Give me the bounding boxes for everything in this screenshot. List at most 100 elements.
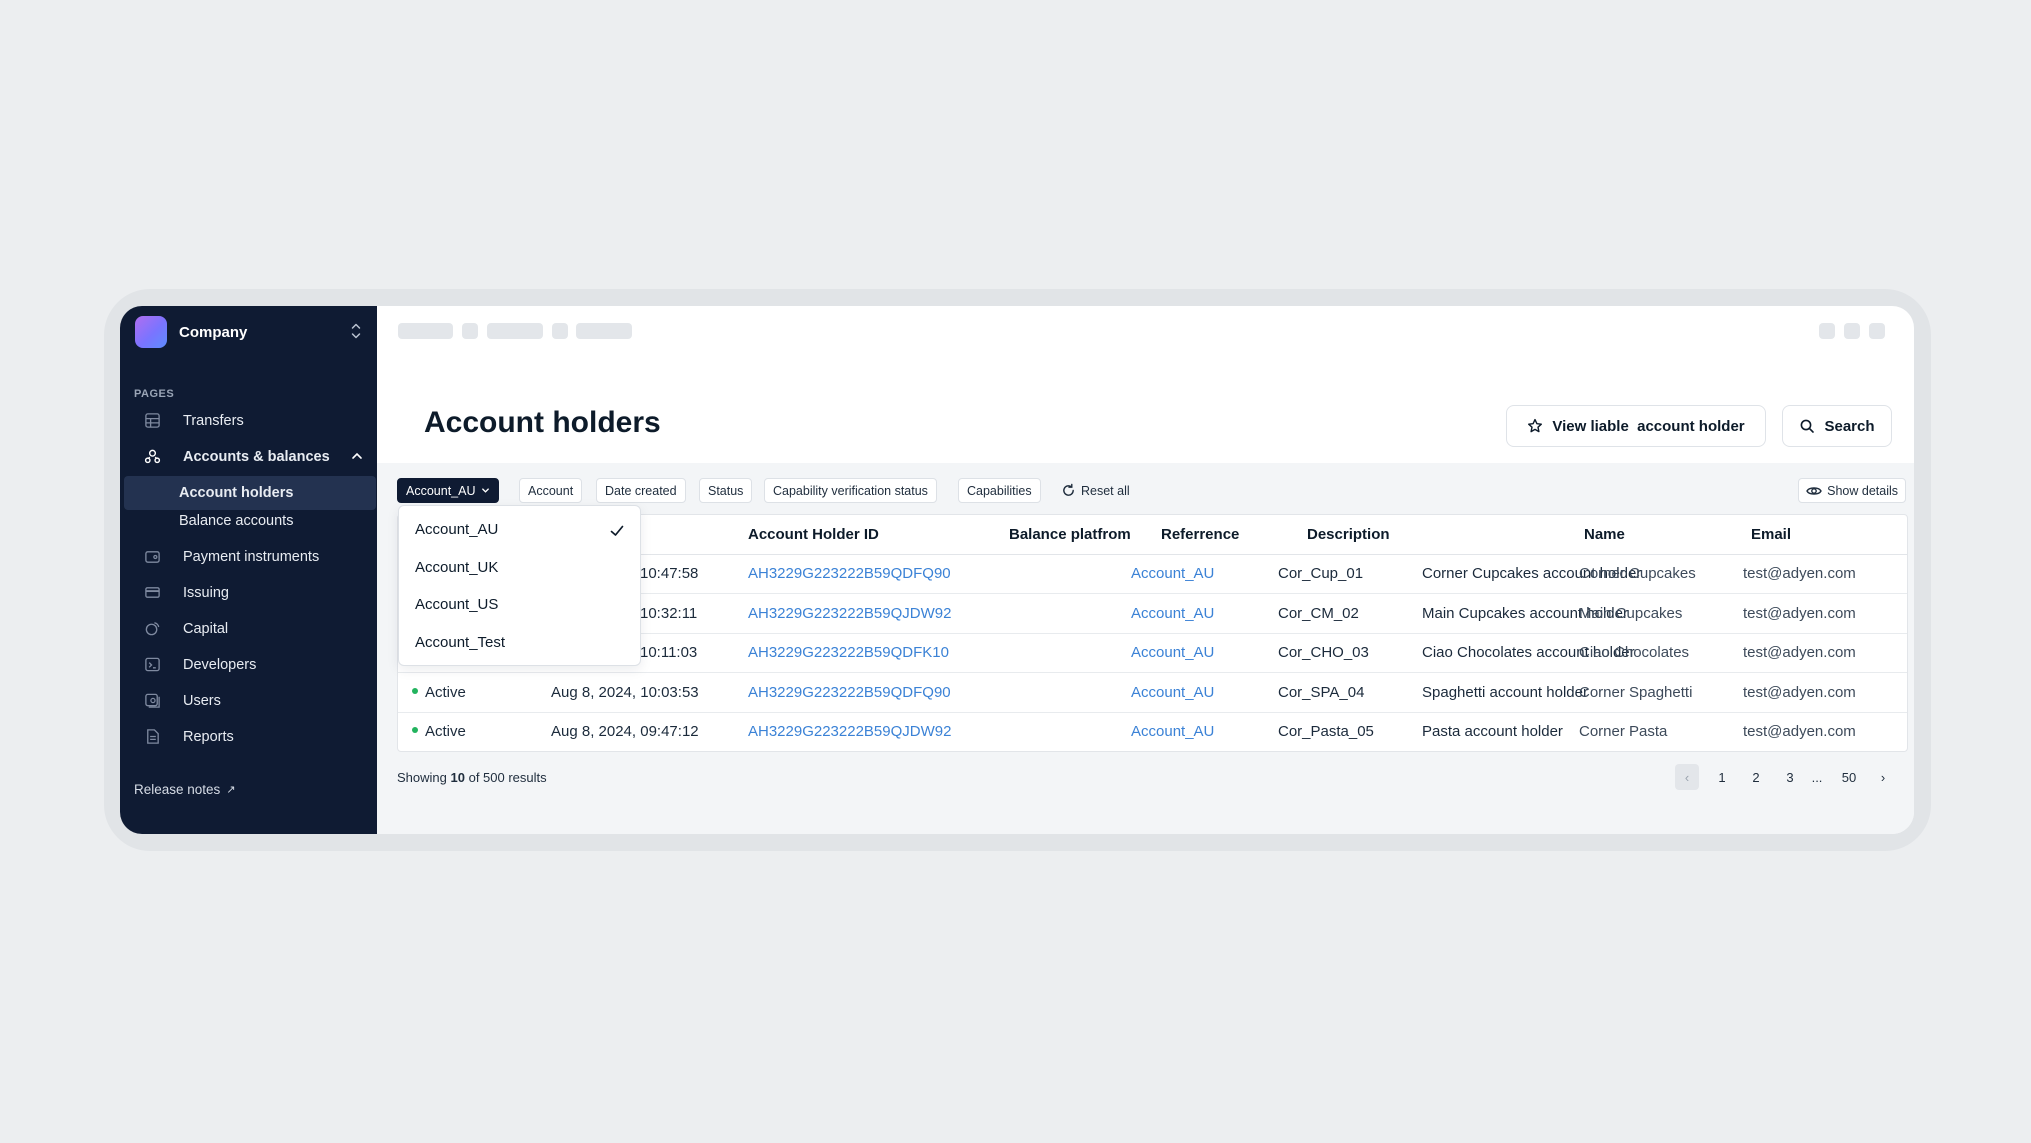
results-prefix: Showing bbox=[397, 770, 447, 785]
dropdown-option-account-au[interactable]: Account_AU bbox=[415, 521, 498, 538]
account-filter-value: Account_AU bbox=[406, 483, 476, 498]
sidebar-item-users[interactable]: Users bbox=[124, 684, 376, 717]
view-liable-label: View liable account holder bbox=[1552, 417, 1745, 435]
pagination-prev-button[interactable]: ‹ bbox=[1675, 764, 1699, 790]
account-filter-dropdown[interactable]: Account_AU bbox=[397, 478, 500, 503]
cell-name: Main Cupcakes bbox=[1579, 605, 1683, 622]
page-title: Account holders bbox=[424, 406, 661, 439]
filter-chip-status[interactable]: Status bbox=[699, 478, 753, 503]
cell-account-holder-id[interactable]: AH3229G223222B59QDFQ90 bbox=[748, 565, 951, 582]
check-icon bbox=[610, 525, 624, 536]
pagination-page-1[interactable]: 1 bbox=[1710, 764, 1734, 790]
toolbar-placeholder bbox=[1819, 323, 1835, 339]
pagination-next-button[interactable]: › bbox=[1873, 764, 1893, 790]
search-button[interactable]: Search bbox=[1782, 405, 1892, 447]
wallet-icon bbox=[141, 548, 163, 566]
dropdown-option-account-us[interactable]: Account_US bbox=[415, 596, 498, 613]
column-header-reference[interactable]: Referrence bbox=[1161, 526, 1239, 543]
sidebar-item-reports[interactable]: Reports bbox=[124, 720, 376, 753]
sidebar-item-payment-instruments[interactable]: Payment instruments bbox=[124, 540, 376, 573]
breadcrumb-placeholder bbox=[576, 323, 632, 339]
chevron-right-icon: › bbox=[1880, 769, 1886, 785]
cell-reference: Cor_Pasta_05 bbox=[1278, 723, 1374, 740]
reset-all-button[interactable]: Reset all bbox=[1061, 478, 1130, 503]
sidebar-item-developers[interactable]: Developers bbox=[124, 648, 376, 681]
filter-chip-date-created[interactable]: Date created bbox=[596, 478, 686, 503]
reset-all-label: Reset all bbox=[1081, 483, 1130, 498]
toolbar-placeholder bbox=[1844, 323, 1860, 339]
column-header-email[interactable]: Email bbox=[1751, 526, 1791, 543]
filter-chip-capabilities[interactable]: Capabilities bbox=[958, 478, 1041, 503]
sidebar-item-balance-accounts[interactable]: Balance accounts bbox=[124, 504, 376, 537]
users-icon bbox=[141, 448, 163, 466]
dropdown-option-account-uk[interactable]: Account_UK bbox=[415, 559, 498, 576]
sidebar-item-label: Developers bbox=[183, 656, 257, 673]
cell-reference: Cor_SPA_04 bbox=[1278, 684, 1365, 701]
cell-account-holder-id[interactable]: AH3229G223222B59QJDW92 bbox=[748, 723, 951, 740]
company-switcher[interactable]: Company bbox=[135, 316, 363, 348]
results-suffix: of 500 results bbox=[468, 770, 547, 785]
cell-account-holder-id[interactable]: AH3229G223222B59QDFQ90 bbox=[748, 684, 951, 701]
cell-status: Active bbox=[412, 723, 466, 740]
sidebar-item-issuing[interactable]: Issuing bbox=[124, 576, 376, 609]
sidebar-item-transfers[interactable]: Transfers bbox=[124, 404, 376, 437]
pagination-page-50[interactable]: 50 bbox=[1834, 764, 1864, 790]
sidebar: Company PAGES Transfers Accounts & balan… bbox=[120, 306, 377, 834]
sidebar-item-accounts-balances[interactable]: Accounts & balances bbox=[124, 440, 376, 473]
dropdown-option-account-test[interactable]: Account_Test bbox=[415, 634, 505, 651]
pagination-ellipsis: ... bbox=[1807, 764, 1827, 790]
cell-email: test@adyen.com bbox=[1743, 684, 1856, 701]
column-header-description[interactable]: Description bbox=[1307, 526, 1390, 543]
cell-balance-platform[interactable]: Account_AU bbox=[1131, 565, 1214, 582]
cell-reference: Cor_CHO_03 bbox=[1278, 644, 1369, 661]
cell-balance-platform[interactable]: Account_AU bbox=[1131, 605, 1214, 622]
cell-reference: Cor_Cup_01 bbox=[1278, 565, 1364, 582]
show-details-button[interactable]: Show details bbox=[1798, 478, 1906, 503]
column-header-balance-platform[interactable]: Balance platfrom bbox=[1009, 526, 1131, 543]
sidebar-item-label: Capital bbox=[183, 620, 229, 637]
page-number: 1 bbox=[1718, 769, 1726, 785]
cell-name: Ciao Chocolates bbox=[1579, 644, 1690, 661]
sidebar-item-label: Issuing bbox=[183, 584, 229, 601]
cell-balance-platform[interactable]: Account_AU bbox=[1131, 723, 1214, 740]
chevron-up-icon bbox=[352, 452, 362, 459]
view-liable-account-holder-button[interactable]: View liable account holder bbox=[1506, 405, 1766, 447]
card-icon bbox=[141, 584, 163, 602]
chevron-up-down-icon bbox=[349, 322, 363, 342]
breadcrumb-placeholder bbox=[398, 323, 453, 339]
filter-chip-capability-verification-status[interactable]: Capability verification status bbox=[764, 478, 937, 503]
cell-balance-platform[interactable]: Account_AU bbox=[1131, 684, 1214, 701]
pagination-page-2[interactable]: 2 bbox=[1744, 764, 1768, 790]
release-notes-link[interactable]: Release notes ↗ bbox=[134, 782, 236, 797]
page-ellipsis: ... bbox=[1811, 769, 1823, 785]
eye-icon bbox=[1806, 486, 1822, 495]
table-row[interactable]: Active Aug 8, 2024, 09:47:12 AH3229G2232… bbox=[398, 713, 1907, 752]
cell-account-holder-id[interactable]: AH3229G223222B59QDFK10 bbox=[748, 644, 949, 661]
account-dropdown-menu: Account_AU Account_UK Account_US Account… bbox=[398, 505, 641, 666]
column-header-account-holder-id[interactable]: Account Holder ID bbox=[748, 526, 879, 543]
status-label: Active bbox=[425, 684, 466, 701]
pagination-page-3[interactable]: 3 bbox=[1778, 764, 1802, 790]
capital-icon bbox=[141, 620, 163, 638]
table-row[interactable]: Active Aug 8, 2024, 10:03:53 AH3229G2232… bbox=[398, 674, 1907, 713]
sidebar-item-label: Reports bbox=[183, 728, 234, 745]
breadcrumb-placeholder bbox=[487, 323, 543, 339]
filter-chip-label: Date created bbox=[605, 483, 677, 498]
cell-balance-platform[interactable]: Account_AU bbox=[1131, 644, 1214, 661]
breadcrumb-placeholder bbox=[552, 323, 568, 339]
results-summary: Showing 10 of 500 results bbox=[397, 770, 547, 785]
column-header-name[interactable]: Name bbox=[1584, 526, 1625, 543]
sidebar-item-label: Balance accounts bbox=[179, 512, 294, 529]
page-number: 50 bbox=[1841, 769, 1857, 785]
cell-email: test@adyen.com bbox=[1743, 565, 1856, 582]
cell-account-holder-id[interactable]: AH3229G223222B59QJDW92 bbox=[748, 605, 951, 622]
filter-chip-label: Capability verification status bbox=[773, 483, 928, 498]
sidebar-item-label: Transfers bbox=[183, 412, 244, 429]
filter-chip-label: Status bbox=[708, 483, 744, 498]
terminal-icon bbox=[141, 656, 163, 674]
company-name: Company bbox=[179, 323, 248, 341]
filter-chip-account[interactable]: Account bbox=[519, 478, 583, 503]
sidebar-item-label: Account holders bbox=[179, 485, 294, 501]
sidebar-item-capital[interactable]: Capital bbox=[124, 612, 376, 645]
pages-section-label: PAGES bbox=[134, 388, 175, 400]
